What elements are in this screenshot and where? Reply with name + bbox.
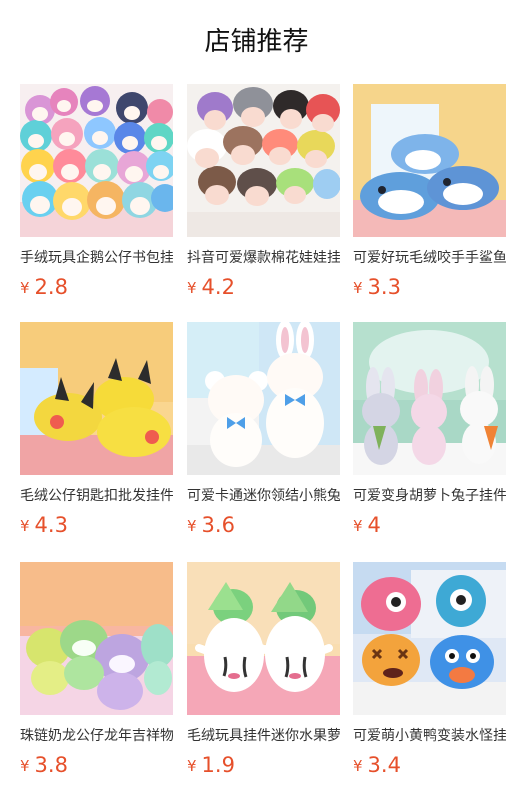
product-card[interactable]: 毛绒公仔钥匙扣批发挂件 ¥4.3	[20, 322, 173, 542]
product-name[interactable]: 可爱变身胡萝卜兔子挂件	[353, 486, 506, 506]
product-card[interactable]: 可爱卡通迷你领结小熊兔 ¥3.6	[187, 322, 340, 542]
currency-symbol: ¥	[187, 517, 197, 535]
product-price: ¥4	[353, 511, 381, 539]
product-price: ¥4.3	[20, 511, 68, 539]
product-card[interactable]: 可爱萌小黄鸭变装水怪挂件 ¥3.4	[353, 562, 506, 782]
bear-bunny-plush-image	[187, 322, 340, 475]
currency-symbol: ¥	[353, 517, 363, 535]
product-image[interactable]	[20, 84, 173, 237]
product-name[interactable]: 珠链奶龙公仔龙年吉祥物	[20, 726, 173, 746]
product-image[interactable]	[20, 562, 173, 715]
product-image[interactable]	[20, 322, 173, 475]
price-value: 3.4	[367, 753, 401, 777]
product-card[interactable]: 毛绒玩具挂件迷你水果萝卜 ¥1.9	[187, 562, 340, 782]
bunny-plush-image	[353, 322, 506, 475]
product-name[interactable]: 毛绒公仔钥匙扣批发挂件	[20, 486, 173, 506]
product-price: ¥4.2	[187, 273, 235, 301]
price-value: 3.3	[367, 275, 401, 299]
currency-symbol: ¥	[353, 279, 363, 297]
product-price: ¥3.6	[187, 511, 235, 539]
yellow-plush-image	[20, 322, 173, 475]
page-title: 店铺推荐	[204, 27, 309, 57]
product-price: ¥2.8	[20, 273, 68, 301]
price-value: 1.9	[201, 753, 235, 777]
currency-symbol: ¥	[187, 279, 197, 297]
penguin-plush-image	[20, 84, 173, 237]
product-name[interactable]: 毛绒玩具挂件迷你水果萝卜	[187, 726, 340, 746]
radish-plush-image	[187, 562, 340, 715]
product-image[interactable]	[353, 322, 506, 475]
currency-symbol: ¥	[20, 279, 30, 297]
product-name[interactable]: 手绒玩具企鹅公仔书包挂件	[20, 248, 173, 268]
product-name[interactable]: 可爱好玩毛绒咬手手鲨鱼	[353, 248, 506, 268]
doll-plush-image	[187, 84, 340, 237]
product-card[interactable]: 手绒玩具企鹅公仔书包挂件 ¥2.8	[20, 84, 173, 304]
currency-symbol: ¥	[187, 757, 197, 775]
price-value: 4.2	[201, 275, 235, 299]
monster-plush-image	[353, 562, 506, 715]
product-card[interactable]: 可爱好玩毛绒咬手手鲨鱼 ¥3.3	[353, 84, 506, 304]
product-image[interactable]	[187, 322, 340, 475]
product-price: ¥1.9	[187, 751, 235, 779]
dragon-plush-image	[20, 562, 173, 715]
product-card[interactable]: 可爱变身胡萝卜兔子挂件 ¥4	[353, 322, 506, 542]
currency-symbol: ¥	[20, 517, 30, 535]
shark-plush-image	[353, 84, 506, 237]
price-value: 3.6	[201, 513, 235, 537]
product-name[interactable]: 抖音可爱爆款棉花娃娃挂件	[187, 248, 340, 268]
product-card[interactable]: 珠链奶龙公仔龙年吉祥物 ¥3.8	[20, 562, 173, 782]
price-value: 4.3	[34, 513, 68, 537]
product-name[interactable]: 可爱卡通迷你领结小熊兔	[187, 486, 340, 506]
product-image[interactable]	[187, 84, 340, 237]
product-image[interactable]	[187, 562, 340, 715]
product-image[interactable]	[353, 562, 506, 715]
product-price: ¥3.4	[353, 751, 401, 779]
price-value: 4	[367, 513, 381, 537]
currency-symbol: ¥	[353, 757, 363, 775]
price-value: 2.8	[34, 275, 68, 299]
product-card[interactable]: 抖音可爱爆款棉花娃娃挂件 ¥4.2	[187, 84, 340, 304]
product-price: ¥3.8	[20, 751, 68, 779]
product-price: ¥3.3	[353, 273, 401, 301]
currency-symbol: ¥	[20, 757, 30, 775]
product-name[interactable]: 可爱萌小黄鸭变装水怪挂件	[353, 726, 506, 746]
product-image[interactable]	[353, 84, 506, 237]
price-value: 3.8	[34, 753, 68, 777]
